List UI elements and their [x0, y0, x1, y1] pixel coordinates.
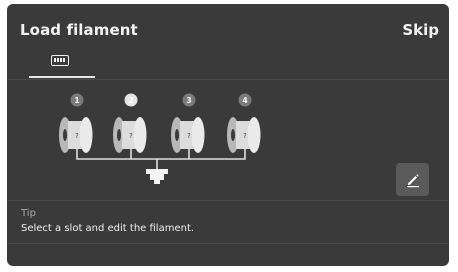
tip-divider: [7, 200, 449, 201]
slot-number: 4: [242, 96, 248, 105]
tab-divider: [7, 79, 449, 80]
spool-unknown-label: ?: [129, 132, 133, 140]
slot-2[interactable]: 2?: [113, 93, 147, 154]
spool-hole: [175, 129, 179, 141]
spool-hole: [117, 129, 121, 141]
spool-front-flange: [191, 117, 205, 153]
ams-icon: [51, 55, 69, 66]
spool-hole: [231, 129, 235, 141]
pencil-icon: [406, 173, 419, 187]
load-filament-dialog: Load filament Skip 1? 2? 3? 4? Tip Selec…: [7, 4, 449, 266]
slot-4[interactable]: 4?: [227, 93, 261, 154]
tab-ams[interactable]: [29, 52, 95, 78]
spool-front-flange: [79, 117, 93, 153]
extruder-icon: [146, 169, 168, 184]
slot-3[interactable]: 3?: [171, 93, 205, 154]
spool-front-flange: [133, 117, 147, 153]
dialog-title: Load filament: [20, 21, 138, 39]
slot-number: 1: [74, 96, 80, 105]
ams-slot-diagram: 1?2?3?4?: [59, 93, 261, 184]
edit-filament-button[interactable]: [396, 163, 429, 196]
tab-selected-underline: [29, 76, 95, 78]
bottom-divider: [7, 243, 449, 244]
slot-number: 3: [186, 96, 192, 105]
tip-text: Select a slot and edit the filament.: [21, 223, 195, 234]
slot-number: 2: [128, 96, 134, 105]
spool-hole: [63, 129, 67, 141]
tip-label: Tip: [21, 208, 36, 219]
spool-unknown-label: ?: [75, 132, 79, 140]
spool-unknown-label: ?: [187, 132, 191, 140]
slot-1[interactable]: 1?: [59, 93, 93, 154]
skip-button[interactable]: Skip: [402, 21, 439, 39]
spool-unknown-label: ?: [243, 132, 247, 140]
filament-path-lines: [76, 137, 246, 169]
spool-front-flange: [247, 117, 261, 153]
